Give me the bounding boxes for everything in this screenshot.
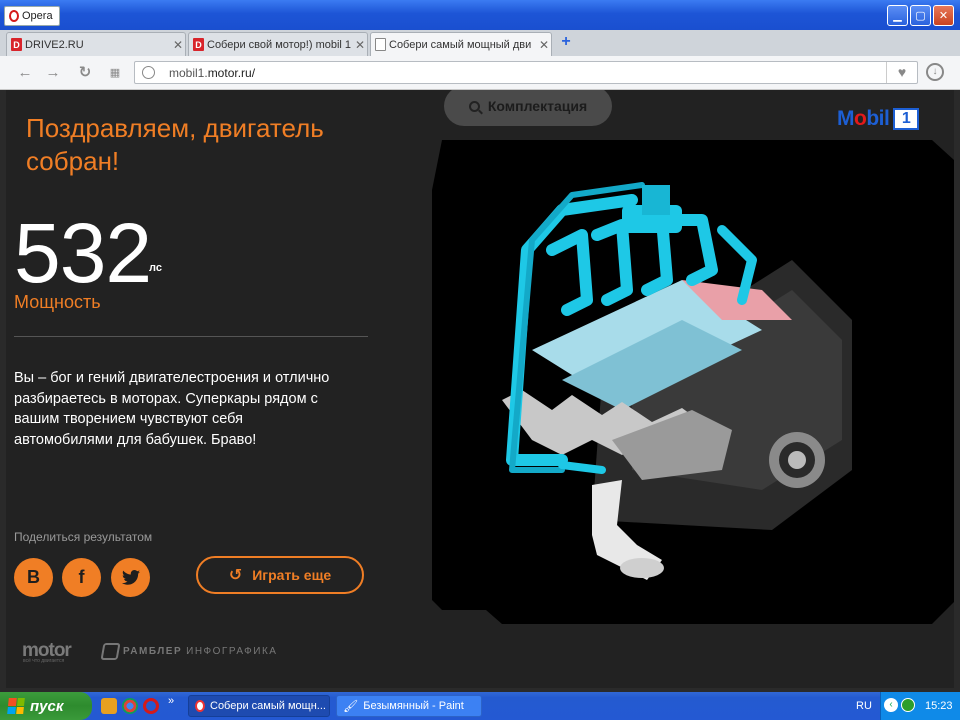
- collapse-tray-icon[interactable]: ‹: [884, 698, 898, 712]
- opera-favicon-icon: D: [11, 38, 22, 51]
- reload-icon[interactable]: ↻: [76, 64, 94, 82]
- air-intake: [642, 185, 670, 215]
- taskbar-item-label: Собери самый мощн...: [210, 700, 326, 712]
- taskbar-item-paint[interactable]: 🖌 Безымянный - Paint: [336, 695, 482, 717]
- divider: [14, 336, 368, 337]
- search-icon: [468, 100, 480, 112]
- minimize-button[interactable]: ▁: [887, 5, 908, 26]
- close-button[interactable]: ✕: [933, 5, 954, 26]
- opera-favicon-icon: D: [193, 38, 204, 51]
- mobil1-logo: Mobil 1: [837, 106, 920, 131]
- address-field[interactable]: mobil1.motor.ru/ ♥: [134, 61, 918, 84]
- facebook-icon: f: [78, 567, 85, 587]
- maximize-button[interactable]: ▢: [910, 5, 931, 26]
- configuration-button[interactable]: Комплектация: [444, 90, 612, 126]
- opera-icon: [195, 700, 205, 712]
- back-arrow-icon[interactable]: ←: [16, 64, 34, 82]
- network-icon[interactable]: [901, 698, 915, 712]
- result-description: Вы – бог и гений двигателестроения и отл…: [14, 370, 330, 448]
- play-again-label: Играть еще: [252, 567, 332, 583]
- show-desktop-icon[interactable]: [101, 698, 117, 714]
- start-label: пуск: [30, 697, 64, 715]
- clock: 15:23: [925, 700, 953, 712]
- speed-dial-grid-icon[interactable]: ▦: [106, 64, 124, 82]
- facebook-share-button[interactable]: f: [62, 558, 101, 597]
- twitter-share-button[interactable]: [111, 558, 150, 597]
- taskbar-item-opera[interactable]: Собери самый мощн...: [188, 695, 330, 717]
- tab-drive2[interactable]: D DRIVE2.RU ✕: [6, 32, 186, 56]
- tab-engine-game[interactable]: Собери самый мощный дви ✕: [370, 32, 552, 56]
- web-page: Поздравляем, двигатель собран! 532 лс Мо…: [6, 90, 954, 688]
- download-icon[interactable]: ↓: [926, 63, 944, 81]
- page-favicon-icon: [375, 38, 386, 51]
- tab-label: DRIVE2.RU: [25, 38, 84, 51]
- window-titlebar: Opera ▁ ▢ ✕: [0, 0, 960, 30]
- heart-bookmark-icon[interactable]: ♥: [886, 62, 917, 83]
- forward-arrow-icon[interactable]: →: [44, 64, 62, 82]
- windows-flag-icon: [7, 698, 25, 714]
- share-label: Поделиться результатом: [14, 530, 153, 544]
- new-tab-plus-icon[interactable]: +: [558, 34, 574, 50]
- tab-close-icon[interactable]: ✕: [353, 38, 367, 52]
- motor-logo-tagline: всё что двигается: [23, 658, 65, 664]
- vk-icon: B: [27, 567, 40, 587]
- paint-icon: 🖌: [343, 699, 359, 713]
- power-unit: лс: [149, 262, 162, 274]
- start-button[interactable]: пуск: [0, 692, 92, 720]
- power-value: 532: [14, 206, 152, 300]
- power-label: Мощность: [14, 292, 101, 312]
- rambler-infographics-logo[interactable]: РАМБЛЕР ИНФОГРАФИКА: [100, 643, 277, 660]
- taskbar-item-label: Безымянный - Paint: [363, 700, 464, 712]
- navigation-bar: ← → ↻ ▦ mobil1.motor.ru/ ♥: [0, 56, 960, 90]
- chrome-icon[interactable]: [122, 698, 138, 714]
- tab-mobil1-forum[interactable]: D Собери свой мотор!) mobil 1 ✕: [188, 32, 368, 56]
- quicklaunch-expand-icon[interactable]: »: [168, 695, 174, 707]
- congrats-title: Поздравляем, двигатель собран!: [26, 113, 324, 176]
- system-tray: ‹ 15:23: [880, 692, 960, 720]
- tab-close-icon[interactable]: ✕: [171, 38, 185, 52]
- engine-3d-viewer[interactable]: [432, 140, 954, 624]
- opera-quicklaunch-icon[interactable]: [143, 698, 159, 714]
- twitter-bird-icon: [121, 570, 140, 585]
- opera-icon: [9, 10, 19, 22]
- play-again-button[interactable]: ↺ Играть еще: [196, 556, 364, 594]
- url-text: mobil1.motor.ru/: [169, 66, 256, 80]
- globe-icon: [142, 66, 155, 79]
- configuration-label: Комплектация: [487, 98, 588, 114]
- tab-label: Собери свой мотор!) mobil 1: [207, 38, 352, 51]
- opera-menu-button[interactable]: Opera: [4, 6, 60, 26]
- windows-taskbar: пуск » Собери самый мощн... 🖌 Безымянный…: [0, 692, 960, 720]
- tab-label: Собери самый мощный дви: [389, 38, 532, 51]
- vk-share-button[interactable]: B: [14, 558, 53, 597]
- rambler-icon: [100, 643, 121, 660]
- language-indicator[interactable]: RU: [856, 700, 872, 712]
- replay-icon: ↺: [228, 567, 243, 584]
- opera-menu-label: Opera: [22, 10, 53, 22]
- tab-close-icon[interactable]: ✕: [537, 38, 551, 52]
- tab-strip: D DRIVE2.RU ✕ D Собери свой мотор!) mobi…: [0, 30, 960, 56]
